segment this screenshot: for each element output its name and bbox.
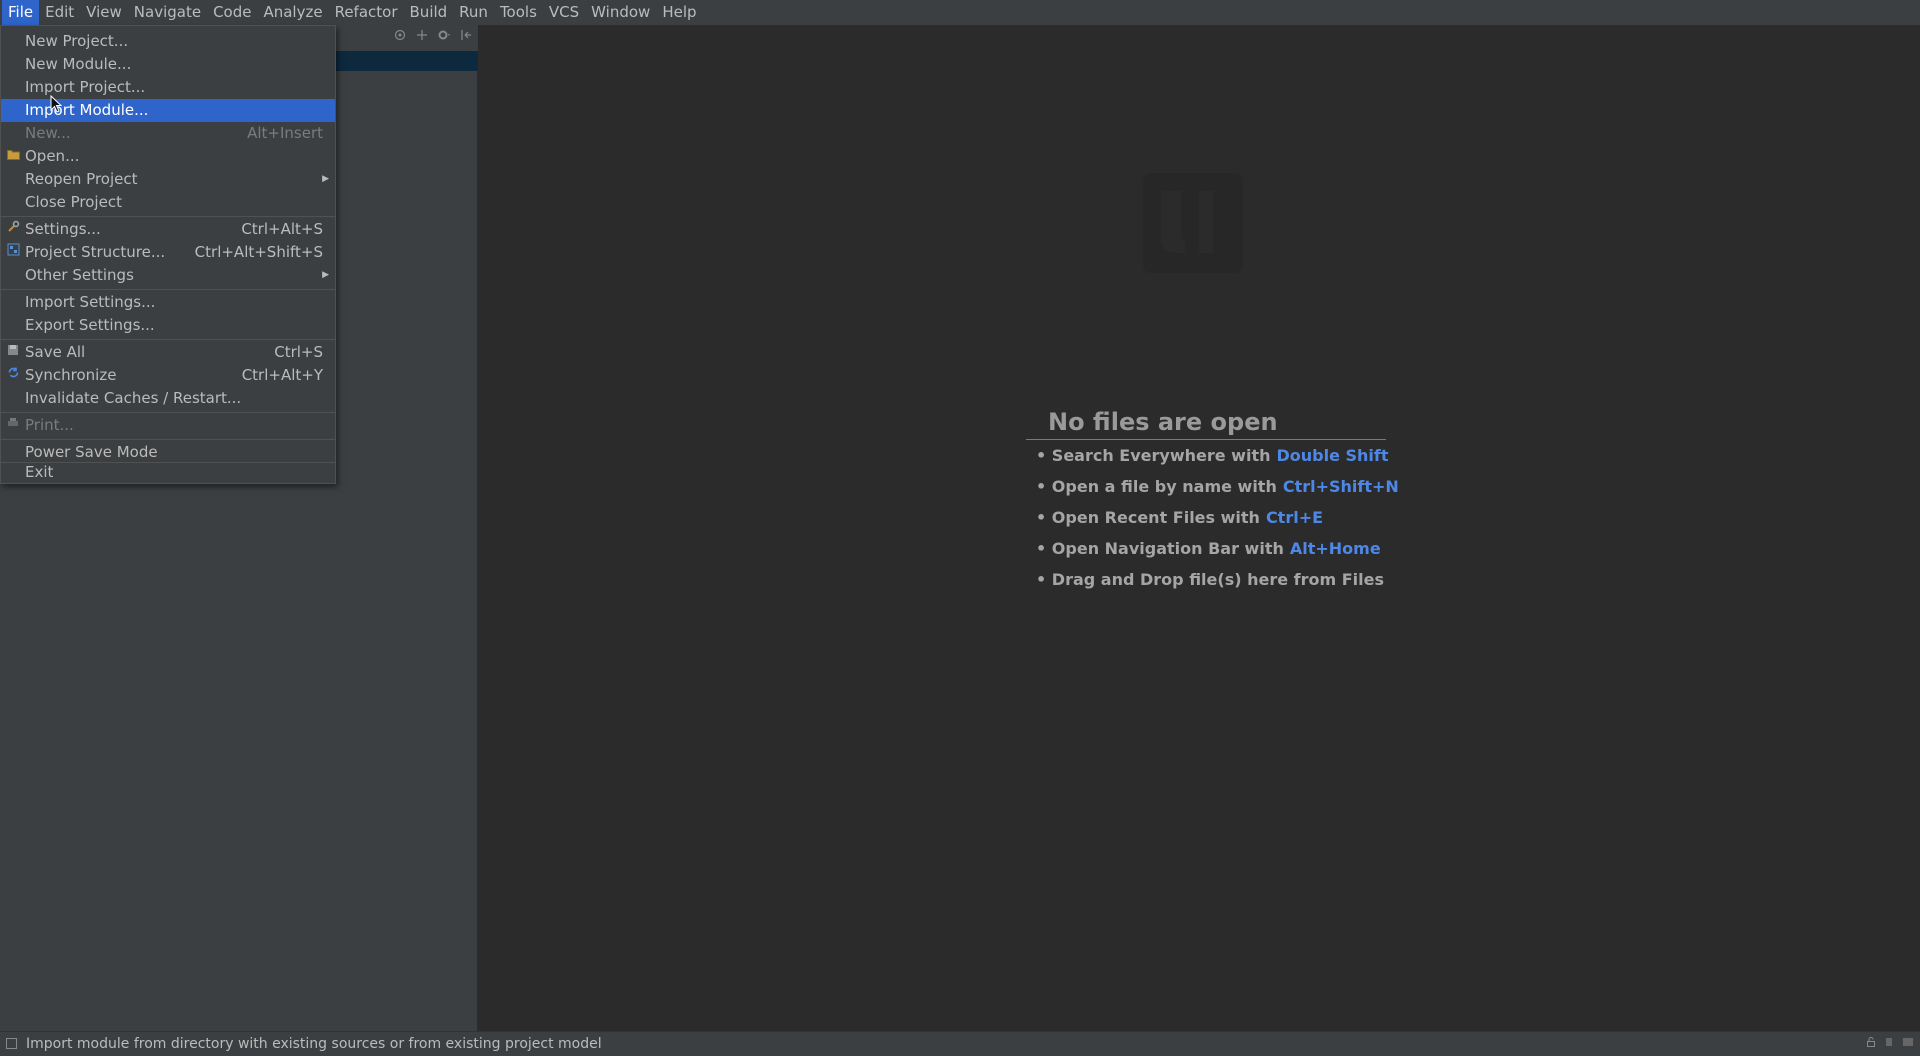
menu-separator <box>1 216 335 217</box>
menu-analyze[interactable]: Analyze <box>257 0 328 25</box>
shortcut-label: Alt+Insert <box>247 124 323 142</box>
event-log-icon[interactable] <box>1902 1032 1914 1056</box>
shortcut-label: Ctrl+Alt+Shift+S <box>194 243 323 261</box>
submenu-arrow-icon: ▶ <box>322 174 329 184</box>
submenu-arrow-icon: ▶ <box>322 270 329 280</box>
menu-item-project-structure[interactable]: Project Structure... Ctrl+Alt+Shift+S <box>1 241 335 264</box>
menu-item-new-project[interactable]: New Project... <box>1 30 335 53</box>
panel-toolbar <box>392 29 474 44</box>
menu-item-import-settings[interactable]: Import Settings... <box>1 291 335 314</box>
menu-item-new[interactable]: New... Alt+Insert <box>1 122 335 145</box>
shortcut-ctrl-shift-n: Ctrl+Shift+N <box>1282 477 1399 496</box>
print-icon <box>6 414 20 437</box>
menu-navigate[interactable]: Navigate <box>128 0 207 25</box>
shortcut-ctrl-e: Ctrl+E <box>1265 508 1324 527</box>
tree-selected-row[interactable] <box>336 51 478 71</box>
shortcut-label: Ctrl+Alt+S <box>241 220 323 238</box>
settings-icon <box>6 218 20 241</box>
collapse-all-icon[interactable] <box>414 29 430 44</box>
sync-icon <box>6 364 20 387</box>
menu-separator <box>1 412 335 413</box>
menu-item-close-project[interactable]: Close Project <box>1 191 335 214</box>
empty-editor-title: No files are open <box>1026 405 1386 440</box>
status-bar: Import module from directory with existi… <box>0 1031 1920 1056</box>
menu-item-settings[interactable]: Settings... Ctrl+Alt+S <box>1 218 335 241</box>
menu-item-reopen-project[interactable]: Reopen Project ▶ <box>1 168 335 191</box>
menu-item-other-settings[interactable]: Other Settings ▶ <box>1 264 335 287</box>
shortcut-alt-home: Alt+Home <box>1289 539 1381 558</box>
menu-run[interactable]: Run <box>453 0 494 25</box>
inspector-icon[interactable] <box>1884 1032 1894 1056</box>
tool-windows-toggle-icon[interactable] <box>6 1038 17 1049</box>
menu-separator <box>1 289 335 290</box>
menu-tools[interactable]: Tools <box>494 0 543 25</box>
menu-view[interactable]: View <box>80 0 128 25</box>
menu-build[interactable]: Build <box>404 0 454 25</box>
menu-refactor[interactable]: Refactor <box>329 0 404 25</box>
menu-item-invalidate-caches[interactable]: Invalidate Caches / Restart... <box>1 387 335 410</box>
hide-panel-icon[interactable] <box>458 29 474 44</box>
empty-editor-placeholder: No files are open • Search Everywhere wi… <box>1026 405 1399 595</box>
shortcut-label: Ctrl+Alt+Y <box>241 366 323 384</box>
menu-item-synchronize[interactable]: Synchronize Ctrl+Alt+Y <box>1 364 335 387</box>
menu-bar: File Edit View Navigate Code Analyze Ref… <box>0 0 1920 25</box>
hint-search-everywhere: • Search Everywhere with Double Shift <box>1036 446 1389 465</box>
save-icon <box>6 341 20 364</box>
gear-icon[interactable] <box>436 29 452 44</box>
menu-item-print[interactable]: Print... <box>1 414 335 437</box>
menu-item-exit[interactable]: Exit <box>1 461 335 484</box>
file-menu-dropdown: New Project... New Module... Import Proj… <box>0 25 336 484</box>
mouse-cursor-icon <box>50 95 62 113</box>
lock-icon[interactable] <box>1866 1032 1876 1056</box>
menu-item-save-all[interactable]: Save All Ctrl+S <box>1 341 335 364</box>
menu-vcs[interactable]: VCS <box>543 0 585 25</box>
editor-area: No files are open • Search Everywhere wi… <box>478 25 1920 1031</box>
menu-window[interactable]: Window <box>585 0 656 25</box>
shortcut-double-shift: Double Shift <box>1276 446 1389 465</box>
menu-item-open[interactable]: Open... <box>1 145 335 168</box>
menu-edit[interactable]: Edit <box>39 0 80 25</box>
project-structure-icon <box>6 241 20 264</box>
menu-item-export-settings[interactable]: Export Settings... <box>1 314 335 337</box>
menu-code[interactable]: Code <box>207 0 257 25</box>
hint-drag-drop: • Drag and Drop file(s) here from Files <box>1036 570 1385 589</box>
hint-open-file: • Open a file by name with Ctrl+Shift+N <box>1036 477 1399 496</box>
menu-item-new-module[interactable]: New Module... <box>1 53 335 76</box>
status-widgets <box>1866 1032 1914 1056</box>
menu-separator <box>1 339 335 340</box>
status-text: Import module from directory with existi… <box>26 1036 602 1052</box>
menu-help[interactable]: Help <box>656 0 702 25</box>
menu-file[interactable]: File <box>2 0 40 25</box>
shortcut-label: Ctrl+S <box>274 343 323 361</box>
folder-icon <box>6 145 20 168</box>
hint-recent-files: • Open Recent Files with Ctrl+E <box>1036 508 1324 527</box>
hint-navigation-bar: • Open Navigation Bar with Alt+Home <box>1036 539 1381 558</box>
scroll-from-source-icon[interactable] <box>392 29 408 44</box>
intellij-logo-icon <box>1143 173 1243 273</box>
menu-separator <box>1 439 335 440</box>
